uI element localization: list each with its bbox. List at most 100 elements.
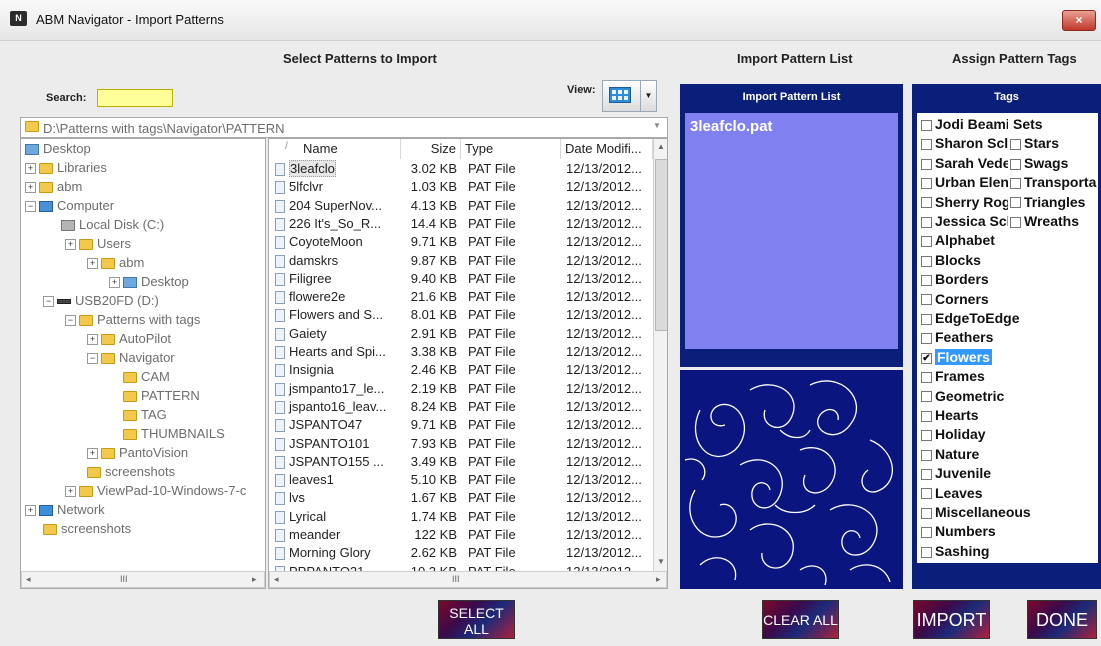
tag-checkbox[interactable] [921,255,932,267]
tag-checkbox[interactable] [1010,177,1021,189]
table-row[interactable]: CoyoteMoon 9.71 KB PAT File 12/13/2012... [269,233,653,251]
table-row[interactable]: Hearts and Spi... 3.38 KB PAT File 12/13/20… [269,343,653,361]
tag-checkbox[interactable] [921,410,932,422]
tag-checkbox[interactable] [1010,158,1021,170]
tag-checkbox[interactable] [1010,139,1021,151]
tree-item-desktop-sub[interactable]: + Desktop [109,272,189,291]
tag-item[interactable]: ✔ Flowers [921,348,1091,367]
tag-item[interactable]: Sharon Scl [921,134,1008,153]
view-dropdown-button[interactable]: ▼ [640,80,657,112]
tag-checkbox[interactable] [921,119,932,131]
clear-all-button[interactable]: CLEAR ALL [762,600,839,639]
import-list-item[interactable]: 3leafclo.pat [690,118,773,135]
table-row[interactable]: leaves1 5.10 KB PAT File 12/13/2012... [269,471,653,489]
collapse-icon[interactable]: − [65,315,76,327]
tag-checkbox[interactable] [921,371,932,383]
tag-item[interactable]: Triangles [1010,193,1098,212]
file-vertical-scrollbar[interactable]: ▲ ▼ [653,139,667,571]
expand-icon[interactable]: + [25,182,36,194]
column-date[interactable]: Date Modifi... [561,139,653,159]
expand-icon[interactable]: + [87,448,98,460]
tag-checkbox[interactable] [921,507,932,519]
expand-icon[interactable]: + [109,277,120,289]
table-row[interactable]: Gaiety 2.91 KB PAT File 12/13/2012... [269,325,653,343]
collapse-icon[interactable]: − [87,353,98,365]
tag-item[interactable]: Urban Elen [921,173,1008,192]
table-row[interactable]: JSPANTO155 ... 3.49 KB PAT File 12/13/2012.… [269,453,653,471]
tag-item[interactable]: Juvenile [921,464,1091,483]
table-row[interactable]: Lyrical 1.74 KB PAT File 12/13/2012... [269,508,653,526]
tree-item-pantovision[interactable]: + PantoVision [87,443,188,462]
tree-item-autopilot[interactable]: + AutoPilot [87,329,171,348]
column-size[interactable]: Size [401,139,461,159]
tag-item[interactable]: Hearts [921,406,1091,425]
tag-item[interactable]: Jessica Scl [921,212,1008,231]
tag-checkbox[interactable] [921,391,932,403]
scroll-right-icon[interactable]: ▸ [252,574,257,585]
table-row[interactable]: JSPANTO47 9.71 KB PAT File 12/13/2012... [269,416,653,434]
tree-item-tag[interactable]: TAG [123,405,167,424]
tag-item[interactable]: Transporta [1010,173,1098,192]
expand-icon[interactable]: + [87,334,98,346]
search-input[interactable] [97,89,173,107]
table-row[interactable]: Insignia 2.46 KB PAT File 12/13/2012... [269,361,653,379]
tag-item[interactable]: Frames [921,367,1091,386]
table-row[interactable]: damskrs 9.87 KB PAT File 12/13/2012... [269,252,653,270]
tag-item[interactable]: Numbers [921,522,1091,541]
close-button[interactable]: × [1062,10,1096,31]
tag-item[interactable]: Stars [1010,134,1098,153]
table-row[interactable]: meander 122 KB PAT File 12/13/2012... [269,526,653,544]
table-row[interactable]: 3leafclo 3.02 KB PAT File 12/13/2012... [269,160,653,178]
tag-item[interactable]: Sashing [921,542,1091,561]
tag-item[interactable]: Nature [921,445,1091,464]
select-all-button[interactable]: SELECT ALL [438,600,515,639]
tag-checkbox[interactable] [921,216,932,228]
scroll-up-icon[interactable]: ▲ [657,142,665,151]
scroll-down-icon[interactable]: ▼ [657,557,665,566]
table-row[interactable]: lvs 1.67 KB PAT File 12/13/2012... [269,489,653,507]
tag-checkbox[interactable] [921,527,932,539]
tag-item[interactable]: Sarah Vede [921,154,1008,173]
tree-item-local-disk[interactable]: Local Disk (C:) [61,215,164,234]
tag-checkbox[interactable] [921,236,932,248]
expand-icon[interactable]: + [65,486,76,498]
table-row[interactable]: flowere2e 21.6 KB PAT File 12/13/2012... [269,288,653,306]
file-horizontal-scrollbar[interactable]: ◂ III ▸ [269,571,667,588]
scroll-thumb[interactable] [655,159,667,331]
tree-item-libraries[interactable]: + Libraries [25,158,107,177]
tag-item[interactable]: Leaves [921,484,1091,503]
tree-item-abm[interactable]: + abm [25,177,82,196]
tag-checkbox[interactable] [921,546,932,558]
table-row[interactable]: JSPANTO101 7.93 KB PAT File 12/13/2012... [269,435,653,453]
scroll-left-icon[interactable]: ◂ [26,574,31,585]
tag-item[interactable]: Blocks [921,251,1091,270]
tag-checkbox[interactable] [1010,216,1021,228]
table-row[interactable]: Filigree 9.40 KB PAT File 12/13/2012... [269,270,653,288]
import-list-box[interactable] [685,113,898,349]
tag-item[interactable]: Miscellaneous [921,503,1091,522]
tag-item[interactable]: EdgeToEdge [921,309,1091,328]
tree-item-navigator[interactable]: − Navigator [87,348,175,367]
scroll-left-icon[interactable]: ◂ [274,574,279,585]
tree-item-cam[interactable]: CAM [123,367,170,386]
table-row[interactable]: jspanto16_leav... 8.24 KB PAT File 12/13/20… [269,398,653,416]
table-row[interactable]: Flowers and S... 8.01 KB PAT File 12/13/201… [269,306,653,324]
tag-checkbox[interactable] [921,139,932,151]
tag-item[interactable]: Corners [921,290,1091,309]
tag-checkbox[interactable] [921,468,932,480]
tree-item-patterns-with-tags[interactable]: − Patterns with tags [65,310,200,329]
tag-checkbox[interactable] [921,313,932,325]
tag-checkbox[interactable] [921,274,932,286]
import-button[interactable]: IMPORT [913,600,990,639]
tag-checkbox[interactable] [921,449,932,461]
tree-item-desktop[interactable]: Desktop [25,139,91,158]
tag-checkbox[interactable] [921,197,932,209]
tag-checkbox[interactable] [1010,197,1021,209]
collapse-icon[interactable]: − [43,296,54,308]
expand-icon[interactable]: + [25,505,36,517]
scroll-right-icon[interactable]: ▸ [656,574,661,585]
tree-item-pattern[interactable]: PATTERN [123,386,200,405]
column-name[interactable]: Name [269,139,401,159]
tag-checkbox[interactable]: ✔ [921,352,932,364]
tag-item[interactable]: Borders [921,270,1091,289]
